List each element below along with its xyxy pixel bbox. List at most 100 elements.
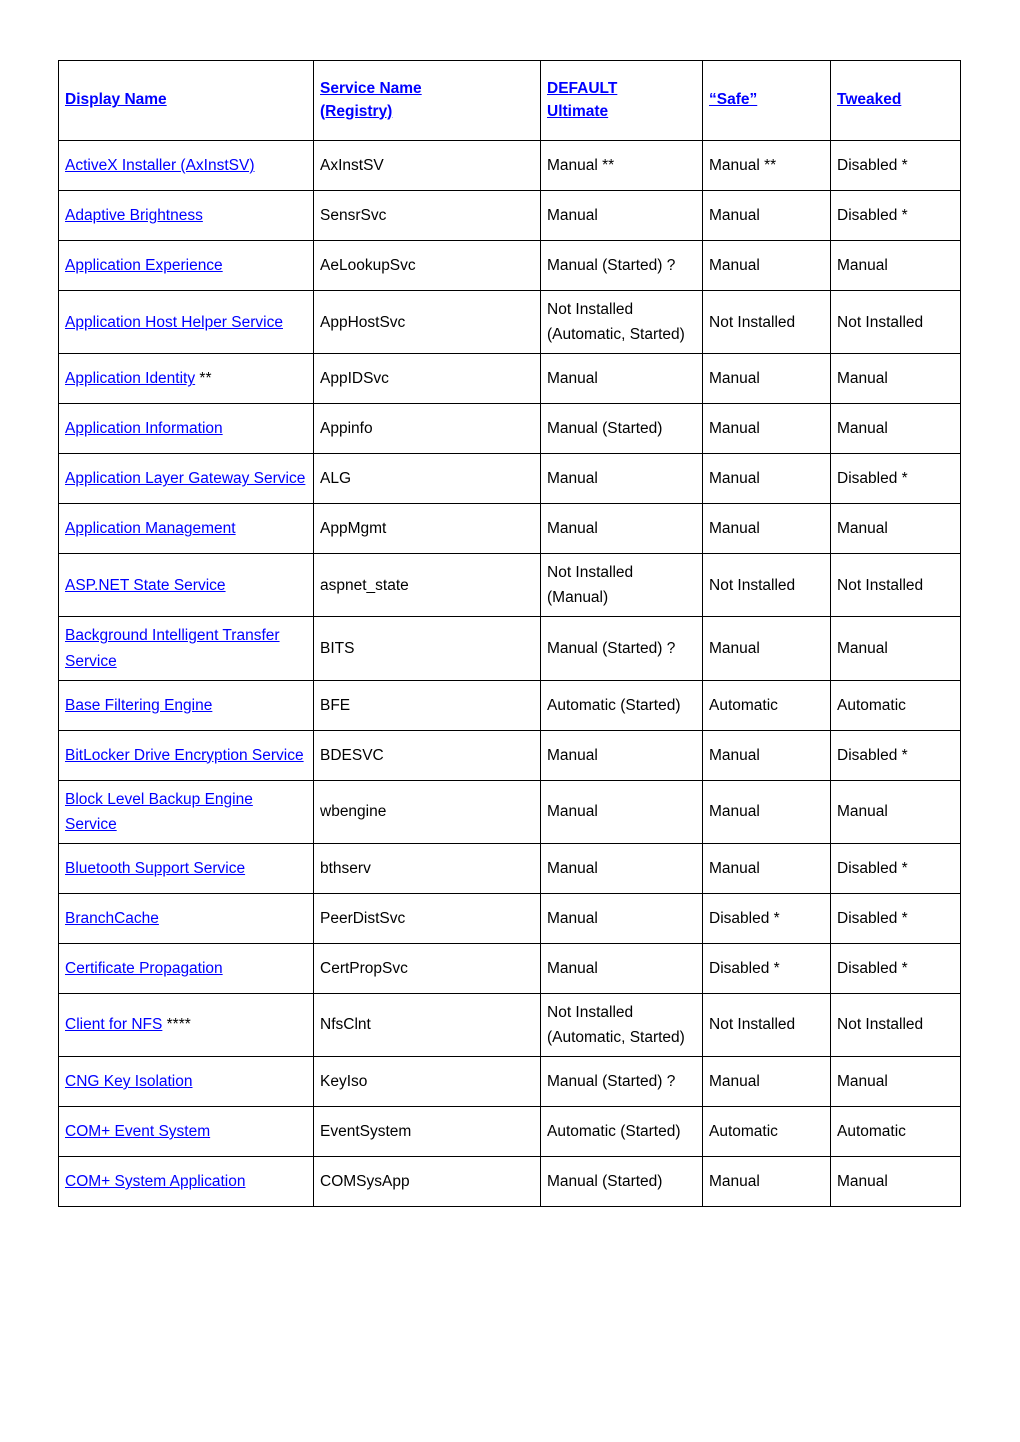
column-header-service-name-label[interactable]: Service Name (Registry) — [320, 78, 534, 123]
cell-safe-text: Disabled * — [709, 909, 780, 927]
table-row: BranchCache PeerDistSvc Manual Disabled * Di… — [58, 892, 961, 944]
column-header-text-line: Service Name — [320, 80, 422, 98]
cell-safe: Not Installed — [702, 553, 831, 618]
service-display-name-link[interactable]: Application Layer Gateway Service — [65, 470, 305, 487]
cell-tweaked: Disabled * — [830, 942, 961, 994]
cell-service-name-text: Appinfo — [320, 420, 373, 438]
cell-tweaked: Manual — [830, 1056, 961, 1108]
service-display-name-link[interactable]: BitLocker Drive Encryption Service — [65, 747, 304, 764]
service-display-name-link[interactable]: COM+ Event System — [65, 1123, 210, 1140]
column-header-display-name-label[interactable]: Display Name — [65, 89, 307, 111]
cell-tweaked: Disabled * — [830, 190, 961, 241]
table-row: Background Intelligent Transfer Service B… — [58, 616, 961, 681]
cell-default-ultimate-text: Manual — [547, 470, 598, 488]
service-display-name-link[interactable]: Application Information — [65, 420, 223, 437]
cell-service-name: bthserv — [313, 842, 541, 894]
service-display-name-link[interactable]: ASP.NET State Service — [65, 577, 226, 594]
cell-safe: Manual — [702, 453, 831, 505]
cell-service-name-text: wbengine — [320, 803, 387, 821]
cell-tweaked: Manual — [830, 403, 961, 455]
table-row: Application Layer Gateway Service ALG Manu… — [58, 453, 961, 505]
table-row: Client for NFS **** NfsClnt Not Installed … — [58, 992, 961, 1058]
cell-service-name: CertPropSvc — [313, 942, 541, 994]
table-row: Application Identity ** AppIDSvc Manual Man… — [58, 353, 961, 405]
cell-service-name: SensrSvc — [313, 190, 541, 241]
service-display-name-link[interactable]: CNG Key Isolation — [65, 1073, 193, 1090]
service-display-name-link[interactable]: Application Identity — [65, 370, 195, 387]
cell-display-name: Block Level Backup Engine Service — [58, 779, 314, 844]
windows-services-configuration-table: Display Name Service Name (Registry) DEFA… — [58, 60, 961, 1208]
cell-safe-text: Manual — [709, 803, 760, 821]
cell-safe: Not Installed — [702, 992, 831, 1058]
cell-tweaked: Not Installed — [830, 289, 961, 355]
column-header-safe-label[interactable]: “Safe” — [709, 89, 824, 111]
service-display-name-link[interactable]: Bluetooth Support Service — [65, 860, 245, 877]
service-display-name-link[interactable]: Base Filtering Engine — [65, 697, 212, 714]
table-row: BitLocker Drive Encryption Service BDESVC… — [58, 729, 961, 781]
cell-service-name: PeerDistSvc — [313, 892, 541, 944]
cell-safe-text: Manual — [709, 1073, 760, 1091]
cell-tweaked: Not Installed — [830, 992, 961, 1058]
service-display-name-link[interactable]: COM+ System Application — [65, 1173, 245, 1190]
cell-default-ultimate: Not Installed (Automatic, Started) — [540, 992, 703, 1058]
cell-safe: Manual — [702, 779, 831, 844]
table-row: Certificate Propagation CertPropSvc Manual… — [58, 942, 961, 994]
cell-service-name-text: AppHostSvc — [320, 313, 406, 331]
cell-safe: Manual — [702, 1156, 831, 1208]
cell-default-ultimate-text: Manual (Started) — [547, 1173, 663, 1191]
column-header-tweaked-label[interactable]: Tweaked — [837, 89, 954, 111]
cell-display-name: Application Layer Gateway Service — [58, 453, 314, 505]
service-display-name-link[interactable]: Application Host Helper Service — [65, 314, 283, 331]
cell-safe: Manual — [702, 616, 831, 681]
cell-display-name: Client for NFS **** — [58, 992, 314, 1058]
cell-default-ultimate: Manual — [540, 729, 703, 781]
service-display-name-link[interactable]: BranchCache — [65, 910, 159, 927]
cell-default-ultimate-text: Automatic (Started) — [547, 1123, 681, 1141]
cell-safe-text: Manual — [709, 746, 760, 764]
cell-display-name: Certificate Propagation — [58, 942, 314, 994]
cell-default-ultimate-text: Manual — [547, 206, 598, 224]
service-display-name-link[interactable]: Background Intelligent Transfer Service — [65, 627, 280, 669]
cell-tweaked: Manual — [830, 779, 961, 844]
cell-safe: Automatic — [702, 679, 831, 731]
cell-default-ultimate-text: Manual ** — [547, 156, 615, 174]
cell-tweaked-text: Disabled * — [837, 746, 908, 764]
column-header-default-ultimate-label[interactable]: DEFAULT Ultimate — [547, 78, 696, 123]
cell-tweaked-text: Manual — [837, 420, 888, 438]
service-display-name-link[interactable]: Client for NFS — [65, 1016, 162, 1033]
column-header-text-line: Display Name — [65, 91, 167, 109]
cell-tweaked-text: Manual — [837, 803, 888, 821]
cell-tweaked: Manual — [830, 353, 961, 405]
cell-tweaked: Disabled * — [830, 729, 961, 781]
cell-service-name: EventSystem — [313, 1106, 541, 1158]
cell-tweaked-text: Not Installed — [837, 576, 924, 594]
service-display-name-link[interactable]: ActiveX Installer (AxInstSV) — [65, 157, 255, 174]
service-display-name-link[interactable]: Application Experience — [65, 257, 223, 274]
service-display-name-link[interactable]: Adaptive Brightness — [65, 207, 203, 224]
service-display-name-link[interactable]: Block Level Backup Engine Service — [65, 791, 253, 833]
cell-safe: Not Installed — [702, 289, 831, 355]
cell-default-ultimate: Manual ** — [540, 140, 703, 191]
table-header-row: Display Name Service Name (Registry) DEFA… — [58, 60, 961, 141]
cell-safe: Manual ** — [702, 140, 831, 191]
cell-service-name-text: AppIDSvc — [320, 370, 389, 388]
cell-service-name: ALG — [313, 453, 541, 505]
service-display-name-link[interactable]: Certificate Propagation — [65, 960, 223, 977]
cell-safe: Manual — [702, 403, 831, 455]
service-display-name-link[interactable]: Application Management — [65, 520, 236, 537]
table-row: Base Filtering Engine BFE Automatic (Start… — [58, 679, 961, 731]
cell-safe-text: Not Installed — [709, 576, 796, 594]
cell-tweaked: Manual — [830, 503, 961, 555]
cell-tweaked: Automatic — [830, 1106, 961, 1158]
cell-default-ultimate-text: Manual — [547, 520, 598, 538]
cell-service-name: KeyIso — [313, 1056, 541, 1108]
cell-safe: Automatic — [702, 1106, 831, 1158]
cell-service-name-text: ALG — [320, 470, 352, 488]
cell-service-name: NfsClnt — [313, 992, 541, 1058]
cell-default-ultimate-text: Manual — [547, 746, 598, 764]
cell-safe-text: Manual — [709, 639, 760, 657]
cell-tweaked-text: Manual — [837, 1173, 888, 1191]
cell-display-name: Bluetooth Support Service — [58, 842, 314, 894]
cell-service-name-text: AppMgmt — [320, 520, 387, 538]
cell-display-name: ActiveX Installer (AxInstSV) — [58, 140, 314, 191]
